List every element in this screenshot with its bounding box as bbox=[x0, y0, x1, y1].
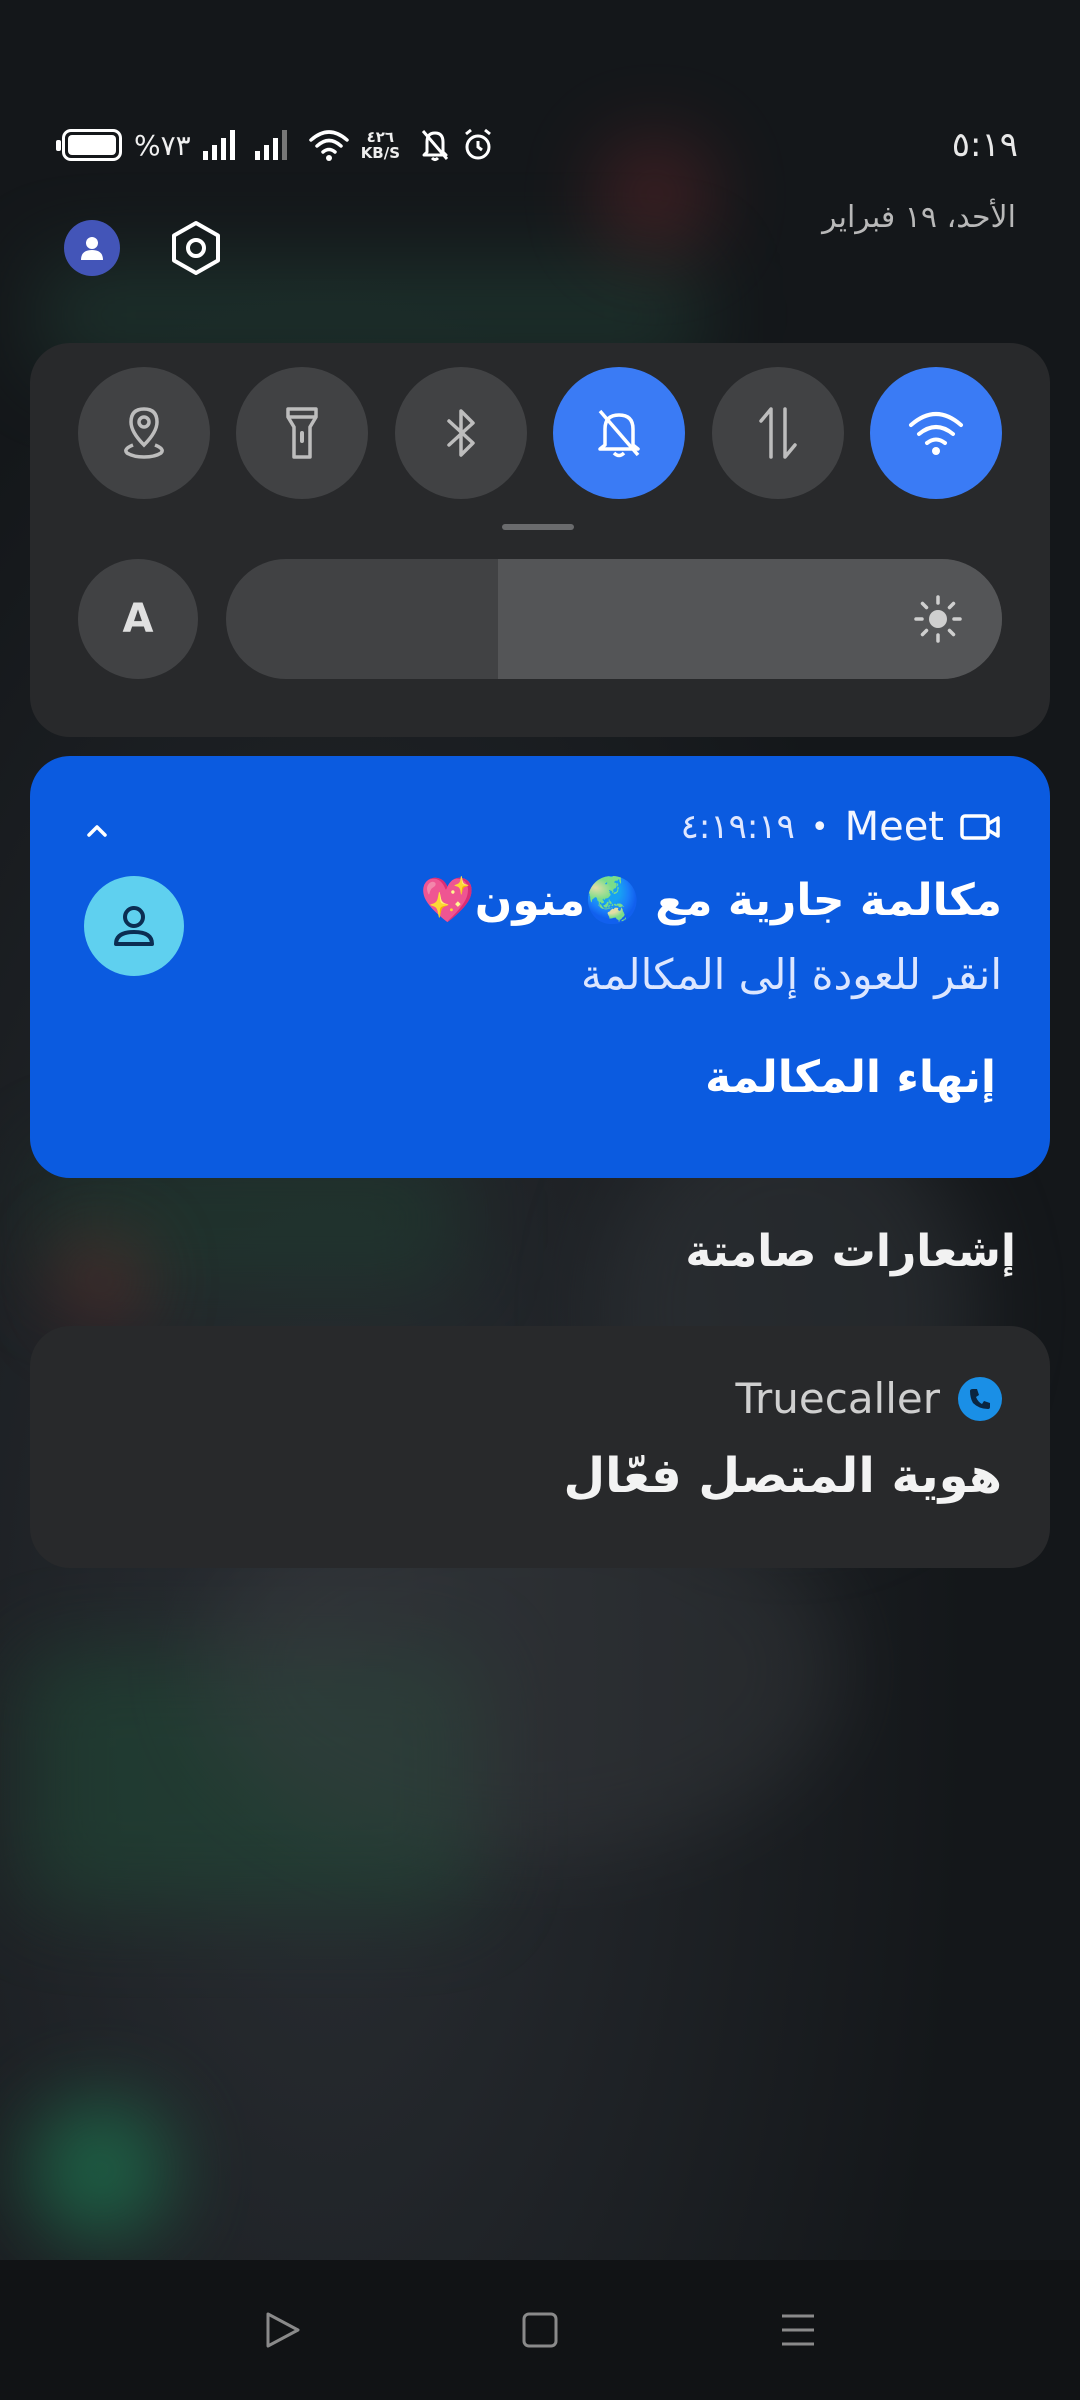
battery-icon bbox=[56, 129, 122, 161]
status-bar: %٧٣ ٤٢٦ KB/S ٥:١٩ bbox=[56, 118, 1018, 172]
tile-bluetooth[interactable] bbox=[394, 367, 527, 499]
caller-avatar bbox=[84, 876, 184, 976]
signal-icon bbox=[202, 130, 235, 160]
tile-location[interactable] bbox=[78, 367, 210, 499]
network-speed: ٤٢٦ KB/S bbox=[361, 129, 400, 161]
settings-button[interactable] bbox=[166, 218, 226, 278]
truecaller-notification[interactable]: Truecaller هوية المتصل فعّال bbox=[30, 1326, 1050, 1568]
phone-icon bbox=[958, 1376, 1002, 1421]
network-speed-unit: KB/S bbox=[360, 144, 401, 162]
quick-settings-tiles bbox=[78, 367, 1002, 499]
home-icon bbox=[522, 2312, 558, 2348]
flashlight-icon bbox=[286, 407, 319, 459]
nav-back-button[interactable] bbox=[254, 2302, 310, 2358]
call-timestamp: ٤:١٩:١٩ bbox=[680, 807, 795, 847]
silent-notifications-heading: إشعارات صامتة bbox=[685, 1226, 1016, 1277]
nav-menu-button[interactable] bbox=[770, 2302, 826, 2358]
wifi-icon bbox=[308, 130, 349, 161]
wifi-icon bbox=[908, 412, 963, 455]
expand-handle[interactable] bbox=[502, 524, 574, 530]
notification-header: Truecaller bbox=[736, 1374, 1002, 1423]
clock: ٥:١٩ bbox=[951, 125, 1018, 165]
menu-icon bbox=[782, 2314, 814, 2346]
alarm-icon bbox=[465, 128, 491, 160]
brightness-slider[interactable] bbox=[226, 559, 1002, 679]
signal-icon bbox=[254, 130, 287, 160]
notification-subtitle: انقر للعودة إلى المكالمة bbox=[580, 950, 1002, 999]
data-transfer-icon bbox=[758, 407, 797, 459]
sun-icon bbox=[914, 595, 962, 643]
notification-text: هوية المتصل فعّال bbox=[563, 1448, 1002, 1504]
tile-mobile-data[interactable] bbox=[711, 367, 844, 499]
end-call-button[interactable]: إنهاء المكالمة bbox=[705, 1052, 996, 1103]
bell-off-icon bbox=[598, 409, 640, 458]
nav-home-button[interactable] bbox=[512, 2302, 568, 2358]
tile-do-not-disturb[interactable] bbox=[553, 367, 686, 499]
app-name: Truecaller bbox=[735, 1374, 940, 1423]
separator-dot: • bbox=[810, 809, 829, 845]
auto-brightness-button[interactable]: A bbox=[78, 559, 198, 679]
user-icon bbox=[81, 237, 103, 260]
person-icon bbox=[114, 906, 154, 946]
navigation-bar bbox=[0, 2260, 1080, 2400]
date-label: الأحد، ١٩ فبراير bbox=[822, 200, 1016, 235]
tile-flashlight[interactable] bbox=[236, 367, 369, 499]
chevron-up-icon[interactable] bbox=[82, 816, 112, 846]
video-camera-icon bbox=[960, 814, 1000, 840]
meet-call-notification[interactable]: Meet • ٤:١٩:١٩ مكالمة جارية مع 🌏منون💖 ان… bbox=[30, 756, 1050, 1178]
notification-title: مكالمة جارية مع 🌏منون💖 bbox=[420, 875, 1002, 926]
user-profile-button[interactable] bbox=[64, 220, 120, 276]
app-name: Meet bbox=[844, 804, 944, 850]
back-icon bbox=[266, 2312, 300, 2348]
notification-header: Meet • ٤:١٩:١٩ bbox=[681, 804, 1000, 850]
bluetooth-icon bbox=[447, 409, 475, 457]
location-icon bbox=[124, 407, 164, 459]
gear-icon bbox=[172, 221, 220, 275]
battery-percentage: %٧٣ bbox=[134, 128, 191, 162]
mute-icon bbox=[421, 130, 449, 161]
tile-wifi[interactable] bbox=[869, 367, 1002, 499]
quick-settings-panel: A bbox=[30, 343, 1050, 737]
